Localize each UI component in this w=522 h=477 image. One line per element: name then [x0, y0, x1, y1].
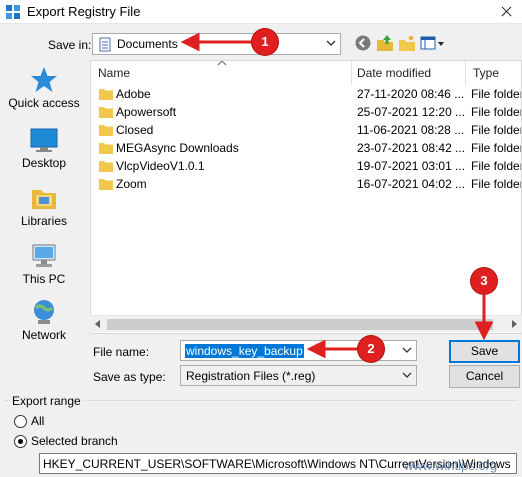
place-label: Quick access [8, 96, 80, 110]
chevron-down-icon [326, 40, 336, 46]
scroll-right-icon[interactable] [512, 320, 517, 328]
save-in-label: Save in: [48, 38, 92, 52]
computer-icon [32, 244, 56, 267]
column-header-type[interactable]: Type [473, 66, 499, 80]
horizontal-scrollbar[interactable] [90, 315, 522, 332]
list-item[interactable]: MEGAsync Downloads 23-07-2021 08:42 ... … [91, 139, 521, 157]
radio-all[interactable] [14, 415, 27, 428]
watermark: www.wintips.org [404, 458, 498, 473]
chevron-down-icon[interactable] [402, 345, 412, 355]
up-folder-icon[interactable] [376, 34, 394, 52]
regedit-icon [6, 5, 20, 19]
documents-icon [99, 37, 111, 52]
save-as-type-value: Registration Files (*.reg) [186, 369, 316, 383]
annotation-badge-2: 2 [358, 336, 384, 362]
list-item[interactable]: Adobe 27-11-2020 08:46 ... File folder [91, 85, 521, 103]
new-folder-icon[interactable] [398, 34, 416, 52]
radio-all-label: All [31, 414, 45, 428]
desktop-icon [30, 128, 58, 152]
star-icon [31, 67, 57, 92]
list-item[interactable]: VlcpVideoV1.0.1 19-07-2021 03:01 ... Fil… [91, 157, 521, 175]
column-divider[interactable] [465, 61, 466, 85]
window-title: Export Registry File [27, 4, 141, 19]
chevron-down-icon [402, 372, 412, 378]
place-label: Network [21, 328, 66, 342]
place-this-pc[interactable]: This PC [4, 242, 84, 294]
annotation-badge-3: 3 [471, 268, 497, 294]
save-as-type-dropdown[interactable]: Registration Files (*.reg) [180, 365, 417, 386]
column-header-date[interactable]: Date modified [357, 66, 431, 80]
place-quick-access[interactable]: Quick access [4, 66, 84, 118]
column-divider[interactable] [351, 61, 352, 85]
list-item[interactable]: Apowersoft 25-07-2021 12:20 ... File fol… [91, 103, 521, 121]
place-label: Libraries [20, 214, 68, 228]
column-header-name[interactable]: Name [98, 66, 130, 80]
folder-icon [99, 161, 113, 172]
place-network[interactable]: Network [4, 298, 84, 350]
folder-icon [99, 89, 113, 100]
close-button[interactable] [490, 0, 522, 24]
file-name-label: File name: [93, 345, 150, 359]
sort-ascending-icon [217, 61, 227, 66]
folder-icon [99, 179, 113, 190]
back-icon[interactable] [354, 34, 372, 52]
scroll-left-icon[interactable] [95, 320, 100, 328]
cancel-button[interactable]: Cancel [449, 365, 520, 388]
place-libraries[interactable]: Libraries [4, 184, 84, 236]
radio-selected-branch[interactable] [14, 435, 27, 448]
network-icon [34, 300, 54, 324]
save-in-value: Documents [117, 37, 178, 51]
folder-icon [99, 143, 113, 154]
save-button[interactable]: Save [449, 340, 520, 363]
file-name-value: windows_key_backup [185, 344, 304, 358]
place-desktop[interactable]: Desktop [4, 126, 84, 178]
folder-icon [99, 107, 113, 118]
save-in-dropdown[interactable]: Documents [92, 33, 341, 55]
list-item[interactable]: Closed 11-06-2021 08:28 ... File folder [91, 121, 521, 139]
export-range-label: Export range [10, 394, 83, 408]
annotation-badge-1: 1 [252, 29, 278, 55]
place-label: Desktop [21, 156, 67, 170]
places-bar: Quick access Desktop Libraries This PC N… [4, 60, 84, 358]
file-list[interactable]: Name Date modified Type Adobe 27-11-2020… [90, 60, 522, 334]
place-label: This PC [22, 272, 66, 286]
view-menu-icon[interactable] [420, 34, 446, 52]
title-bar: Export Registry File [0, 0, 522, 24]
scrollbar-thumb[interactable] [107, 319, 493, 330]
save-as-type-label: Save as type: [93, 370, 166, 384]
libraries-icon [32, 190, 56, 209]
list-item[interactable]: Zoom 16-07-2021 04:02 ... File folder [91, 175, 521, 193]
folder-icon [99, 125, 113, 136]
radio-selected-branch-label: Selected branch [31, 434, 118, 448]
